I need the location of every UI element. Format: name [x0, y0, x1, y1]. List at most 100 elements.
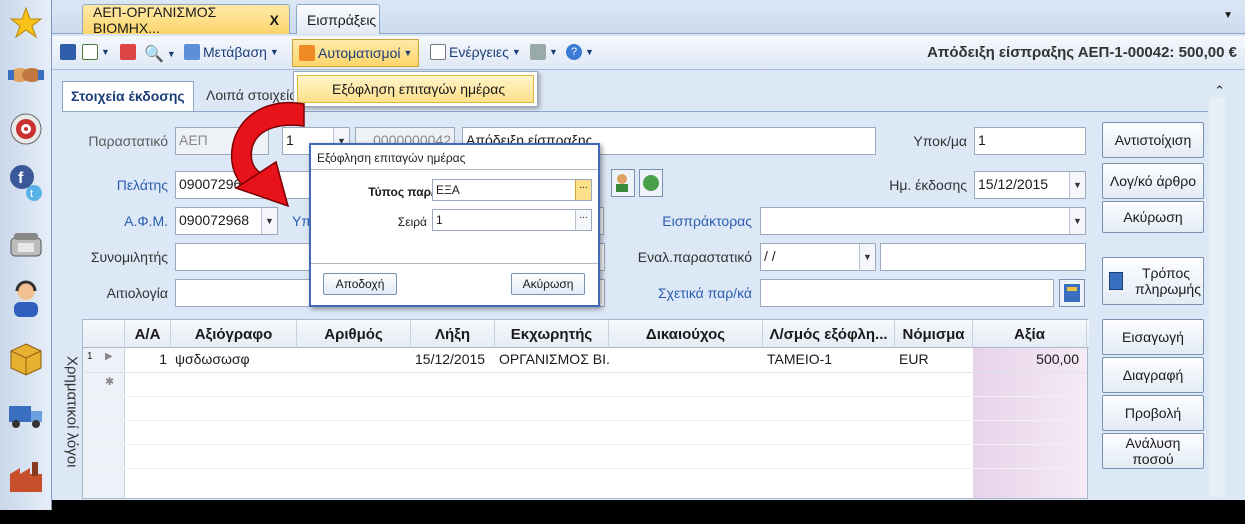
col-ekxoritis[interactable]: Εκχωρητής — [495, 320, 609, 348]
automations-button[interactable]: Αυτοματισμοί ▼ — [292, 39, 420, 67]
seira-label: Σειρά — [397, 215, 427, 229]
cancel-doc-button[interactable]: Ακύρωση — [1102, 201, 1204, 233]
row-divider — [83, 468, 1087, 469]
box-icon[interactable] — [7, 340, 45, 378]
automations-label: Αυτοματισμοί — [318, 45, 401, 61]
synom-label: Συνομιλητής — [90, 249, 168, 265]
close-icon[interactable]: X — [270, 12, 279, 28]
search-icon[interactable]: 🔍 ▼ — [144, 44, 176, 64]
goto-button[interactable]: Μετάβαση ▼ — [184, 44, 279, 60]
facebook-icon[interactable]: ft — [7, 164, 45, 202]
dialog-cancel-button[interactable]: Ακύρωση — [511, 273, 585, 295]
enal-date-field[interactable]: / / ▼ — [760, 243, 876, 271]
col-lixi[interactable]: Λήξη — [411, 320, 495, 348]
customer-details-icon[interactable] — [639, 169, 663, 197]
enal-label: Εναλ.παραστατικό — [637, 249, 752, 265]
phone-icon[interactable] — [7, 226, 45, 264]
hm-date-field[interactable]: 15/12/2015 ▼ — [974, 171, 1086, 199]
dialog-footer-divider — [311, 263, 598, 264]
vertical-scrollbar[interactable] — [1209, 97, 1225, 497]
seira-field[interactable]: 1 ... — [432, 209, 592, 231]
typos-field[interactable]: ΕΞΑ ... — [432, 179, 592, 201]
truck-icon[interactable] — [7, 396, 45, 434]
aitiol-label: Αιτιολογία — [106, 285, 168, 301]
ypok-label: Υποκ/μα — [913, 133, 967, 149]
col-dikaiouxos[interactable]: Δικαιούχος — [609, 320, 763, 348]
cell-nomisma[interactable]: EUR — [895, 348, 973, 372]
cell-lixi[interactable]: 15/12/2015 — [411, 348, 495, 372]
amount-analysis-button[interactable]: Ανάλυση ποσού — [1102, 433, 1204, 469]
pelatis-label[interactable]: Πελάτης — [82, 177, 168, 193]
handshake-icon[interactable] — [7, 56, 45, 94]
tab-eispraxeis[interactable]: Εισπράξεις — [296, 4, 380, 34]
delete-button[interactable]: Διαγραφή — [1102, 357, 1204, 393]
hm-date-value: 15/12/2015 — [978, 176, 1049, 192]
cell-axiografo[interactable]: ψσδωσωσφ — [171, 348, 297, 372]
parastatiko-label: Παραστατικό — [88, 133, 168, 149]
payment-method-button[interactable]: Τρόπος πληρωμής — [1102, 257, 1204, 305]
factory-icon[interactable] — [7, 458, 45, 496]
new-row-icon: ✱ — [105, 376, 115, 388]
grid-side-label-container: Χρηματικοί λόγοι — [62, 327, 82, 497]
col-axia[interactable]: Αξία — [973, 320, 1087, 348]
tab-receipt[interactable]: ΑΕΠ-ΟΡΓΑΝΙΣΜΟΣ ΒΙΟΜΗΧ... X — [82, 4, 290, 36]
actions-label: Ενέργειες — [449, 44, 509, 60]
exoflisi-dialog: Εξόφληση επιταγών ημέρας Τύπος παρ/κού Ε… — [309, 143, 600, 307]
enal-doc-field[interactable] — [880, 243, 1086, 271]
dialog-title: Εξόφληση επιταγών ημέρας — [317, 151, 466, 165]
typos-lookup-button[interactable]: ... — [575, 180, 591, 200]
new-document-icon[interactable]: ▼ — [82, 44, 110, 60]
col-logariasmos[interactable]: Λ/σμός εξόφλη... — [763, 320, 895, 348]
print-preview-icon[interactable] — [120, 44, 136, 60]
actions-button[interactable]: Ενέργειες ▼ — [430, 44, 521, 60]
afm-label[interactable]: Α.Φ.Μ. — [82, 213, 168, 229]
grid-header: Α/Α Αξιόγραφο Αριθμός Λήξη Εκχωρητής Δικ… — [83, 320, 1089, 348]
cell-dikaiouxos[interactable] — [609, 348, 763, 372]
logart-button[interactable]: Λογ/κό άρθρο — [1102, 163, 1204, 199]
insert-button[interactable]: Εισαγωγή — [1102, 319, 1204, 355]
main-toolbar: ▼ 🔍 ▼ Μετάβαση ▼ Αυτοματισμοί ▼ Ενέργειες ▼ … — [52, 36, 1245, 70]
tab-list-dropdown-icon[interactable]: ▼ — [1223, 10, 1233, 21]
enal-date-value: / / — [764, 248, 776, 264]
svg-text:t: t — [30, 188, 33, 200]
star-icon[interactable] — [7, 4, 45, 42]
help-icon[interactable]: ? ▼ — [566, 44, 594, 60]
sxetika-field[interactable] — [760, 279, 1054, 307]
eispr-label[interactable]: Εισπράκτορας — [652, 213, 752, 229]
cell-aa[interactable]: 1 — [125, 348, 171, 372]
seira-value: 1 — [436, 213, 443, 227]
typos-value: ΕΞΑ — [436, 183, 460, 197]
printer-icon[interactable]: ▼ — [530, 44, 558, 60]
parastatiko-code-value: ΑΕΠ — [179, 132, 208, 148]
row-pointer-icon: ▶ — [105, 351, 113, 362]
eispr-field[interactable]: ▼ — [760, 207, 1086, 235]
target-icon[interactable] — [7, 110, 45, 148]
cell-axia[interactable]: 500,00 — [973, 348, 1083, 372]
goto-label: Μετάβαση — [203, 44, 267, 60]
add-customer-icon[interactable] — [611, 169, 635, 197]
cheques-grid: Α/Α Αξιόγραφο Αριθμός Λήξη Εκχωρητής Δικ… — [82, 319, 1089, 499]
antist-button[interactable]: Αντιστοίχιση — [1102, 122, 1204, 158]
col-nomisma[interactable]: Νόμισμα — [895, 320, 973, 348]
seira-lookup-button[interactable]: ... — [575, 210, 591, 230]
grid-header-indicator — [83, 320, 125, 348]
tab-issue-details[interactable]: Στοιχεία έκδοσης — [62, 81, 194, 111]
sxetika-label[interactable]: Σχετικά παρ/κά — [632, 285, 752, 301]
document-tab-bar: ΑΕΠ-ΟΡΓΑΝΙΣΜΟΣ ΒΙΟΜΗΧ... X Εισπράξεις ▼ — [52, 0, 1245, 36]
ypok-field[interactable]: 1 — [974, 127, 1086, 155]
ypok-value: 1 — [978, 132, 986, 148]
view-button[interactable]: Προβολή — [1102, 395, 1204, 431]
support-agent-icon[interactable] — [7, 280, 45, 318]
col-axiografo[interactable]: Αξιόγραφο — [171, 320, 297, 348]
accept-button[interactable]: Αποδοχή — [323, 273, 397, 295]
col-arithmos[interactable]: Αριθμός — [297, 320, 411, 348]
cell-arithmos[interactable] — [297, 348, 411, 372]
cell-logariasmos[interactable]: ΤΑΜΕΙΟ-1 — [763, 348, 895, 372]
row-divider — [83, 420, 1087, 421]
cell-ekxoritis[interactable]: ΟΡΓΑΝΙΣΜΟΣ ΒΙ... — [495, 348, 609, 372]
row-divider — [83, 372, 1087, 373]
calculator-icon — [1109, 272, 1123, 290]
save-icon[interactable] — [60, 44, 76, 60]
col-aa[interactable]: Α/Α — [125, 320, 171, 348]
related-docs-icon[interactable] — [1059, 279, 1085, 307]
